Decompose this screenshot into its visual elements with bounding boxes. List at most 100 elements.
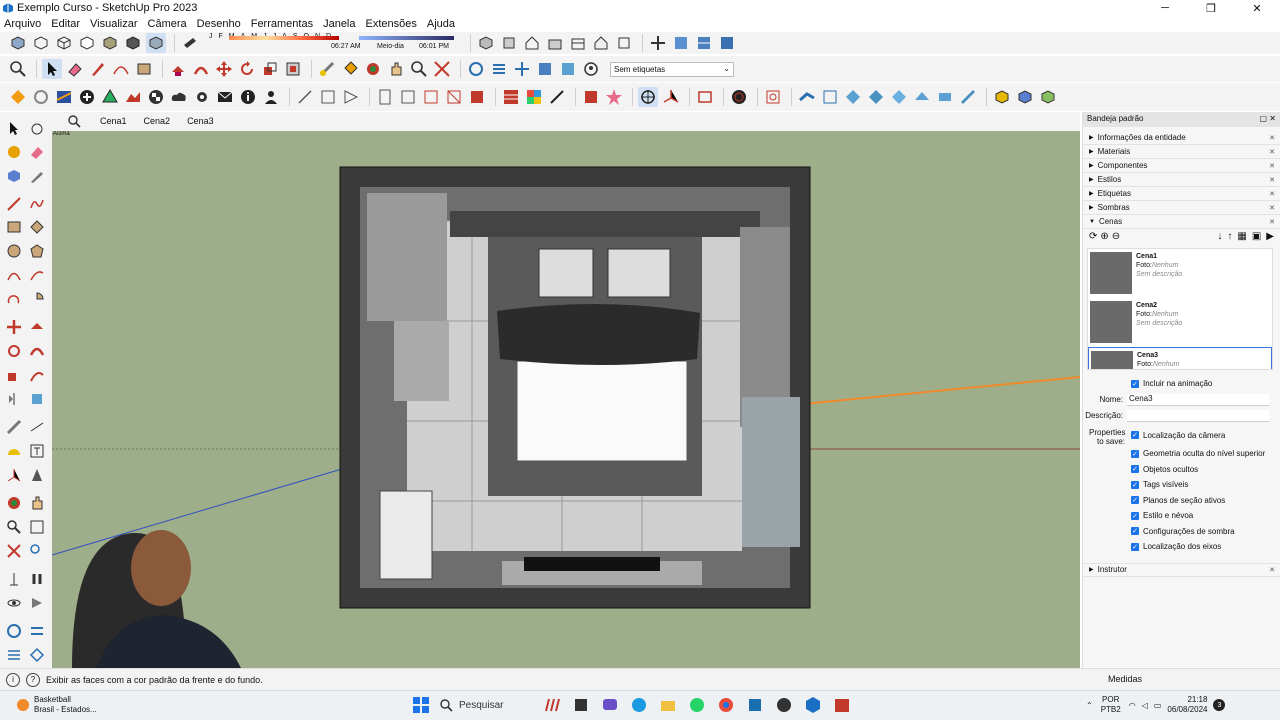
wifi-icon[interactable]: ◠ <box>1129 701 1136 710</box>
pie-tool-icon[interactable] <box>28 290 46 308</box>
protractor-icon[interactable] <box>5 442 23 460</box>
tray-arrow-icon[interactable]: ⌃ <box>1086 701 1093 710</box>
details-arrow-icon[interactable]: ▶ <box>1266 231 1274 242</box>
scene-item-2[interactable]: Cena2 Foto:Nenhum Sem descrição <box>1088 298 1272 347</box>
blue-tool-3-icon[interactable] <box>889 87 909 107</box>
checkbox-checked-icon[interactable]: ✓ <box>1131 431 1139 440</box>
texture-left-icon[interactable] <box>28 646 46 664</box>
move-left-icon[interactable] <box>5 318 23 336</box>
two-point-arc-icon[interactable] <box>28 266 46 284</box>
orbit-icon[interactable] <box>363 59 383 79</box>
cloud-icon[interactable] <box>169 87 189 107</box>
offset-icon[interactable] <box>283 59 303 79</box>
section-plane-icon[interactable] <box>648 33 668 53</box>
zoom-icon[interactable] <box>8 59 28 79</box>
tag-tool-icon[interactable] <box>581 59 601 79</box>
zoom-window-icon[interactable] <box>409 59 429 79</box>
orbit-left-icon[interactable] <box>5 494 23 512</box>
green-shape-icon[interactable] <box>100 87 120 107</box>
rectangle-icon[interactable] <box>134 59 154 79</box>
tool-h-icon[interactable] <box>467 87 487 107</box>
maximize-button[interactable]: ❐ <box>1188 0 1234 16</box>
color-palette-icon[interactable] <box>524 87 544 107</box>
checkbox-checked-icon[interactable]: ✓ <box>1131 496 1139 505</box>
axes-left-icon[interactable] <box>5 466 23 484</box>
section-components[interactable]: ▶ Componentes ✕ <box>1083 159 1280 173</box>
dimension-left-icon[interactable] <box>28 418 46 436</box>
windows-start-icon[interactable] <box>410 694 432 716</box>
property-row[interactable]: ✓ Configurações de sombra <box>1083 524 1280 540</box>
terrain-icon[interactable] <box>123 87 143 107</box>
close-button[interactable]: ✕ <box>1234 0 1280 16</box>
blue-tool-5-icon[interactable] <box>935 87 955 107</box>
notification-badge[interactable]: 3 <box>1213 699 1226 711</box>
minimize-button[interactable]: ─ <box>1142 0 1188 16</box>
file-explorer-icon[interactable] <box>657 694 679 716</box>
whatsapp-icon[interactable] <box>686 694 708 716</box>
display-section-cuts-icon[interactable] <box>694 33 714 53</box>
shadow-settings-bar[interactable]: J F M A M J J A S O N D 06:27 AM Meio-di… <box>209 33 459 53</box>
property-row[interactable]: ✓ Geometria oculta do nível superior <box>1083 446 1280 462</box>
display-section-fill-icon[interactable] <box>717 33 737 53</box>
view-options-icon[interactable]: ▦ <box>1237 231 1246 242</box>
solid-tools-icon[interactable] <box>28 390 46 408</box>
close-icon[interactable]: ✕ <box>1269 148 1275 156</box>
brick-icon[interactable] <box>501 87 521 107</box>
chrome-icon[interactable] <box>715 694 737 716</box>
pan-icon[interactable] <box>386 59 406 79</box>
rotate-icon[interactable] <box>237 59 257 79</box>
move-icon[interactable] <box>214 59 234 79</box>
rotated-rect-icon[interactable] <box>28 218 46 236</box>
tape-measure-icon[interactable] <box>317 59 337 79</box>
close-icon[interactable]: ✕ <box>1269 566 1275 574</box>
info-icon[interactable] <box>238 87 258 107</box>
iso-view-icon[interactable] <box>476 33 496 53</box>
position-camera-icon[interactable] <box>466 59 486 79</box>
tab-cena3[interactable]: Cena3 <box>187 116 214 126</box>
thumbnail-icon[interactable]: ▣ <box>1252 231 1261 242</box>
checkbox-checked-icon[interactable]: ✓ <box>1131 480 1139 489</box>
top-view-icon[interactable] <box>499 33 519 53</box>
info-status-icon[interactable]: i <box>6 672 20 687</box>
tab-cena1[interactable]: Cena1 <box>100 116 127 126</box>
tool-c-icon[interactable] <box>341 87 361 107</box>
section-tags[interactable]: ▶ Etiquetas ✕ <box>1083 187 1280 201</box>
menu-ajuda[interactable]: Ajuda <box>423 18 455 30</box>
checkbox-checked-icon[interactable]: ✓ <box>1131 527 1139 536</box>
pipe-icon[interactable] <box>797 87 817 107</box>
task-view-icon[interactable] <box>570 694 592 716</box>
shaded-textures-style-icon[interactable] <box>123 33 143 53</box>
select-arrow-icon[interactable] <box>5 120 23 138</box>
display-fill-left-icon[interactable] <box>5 646 23 664</box>
mail-icon[interactable] <box>215 87 235 107</box>
section-materials[interactable]: ▶ Materiais ✕ <box>1083 145 1280 159</box>
grid-icon[interactable] <box>820 87 840 107</box>
pan-left-icon[interactable] <box>28 494 46 512</box>
checkbox-checked-icon[interactable]: ✓ <box>1131 542 1139 551</box>
blue-tool-2-icon[interactable] <box>866 87 886 107</box>
eyedropper-icon[interactable] <box>547 87 567 107</box>
scene-description-field[interactable] <box>1127 409 1269 422</box>
section-tool-icon[interactable] <box>535 59 555 79</box>
component-blue-icon[interactable] <box>1015 87 1035 107</box>
move-scene-up-icon[interactable]: ↑ <box>1227 231 1232 242</box>
remove-scene-icon[interactable]: ⊖ <box>1112 231 1120 242</box>
blue-tool-6-icon[interactable] <box>958 87 978 107</box>
arc-left-icon[interactable] <box>5 266 23 284</box>
tool-f-icon[interactable] <box>421 87 441 107</box>
checker-icon[interactable] <box>146 87 166 107</box>
xray-style-icon[interactable] <box>8 33 28 53</box>
calendar-app-icon[interactable] <box>831 694 853 716</box>
material-red-icon[interactable] <box>581 87 601 107</box>
tab-cena2[interactable]: Cena2 <box>144 116 171 126</box>
close-icon[interactable]: ✕ <box>1269 176 1275 184</box>
globe-icon[interactable] <box>729 87 749 107</box>
zoom-extents-left-icon[interactable] <box>5 542 23 560</box>
eraser-icon[interactable] <box>65 59 85 79</box>
pencil-line-icon[interactable] <box>88 59 108 79</box>
select-tool-icon[interactable] <box>42 59 62 79</box>
taskbar-search[interactable]: Pesquisar <box>439 694 535 716</box>
tool-e-icon[interactable] <box>398 87 418 107</box>
section-plane-left-icon[interactable] <box>28 594 46 612</box>
search-scenes-icon[interactable] <box>67 114 81 131</box>
